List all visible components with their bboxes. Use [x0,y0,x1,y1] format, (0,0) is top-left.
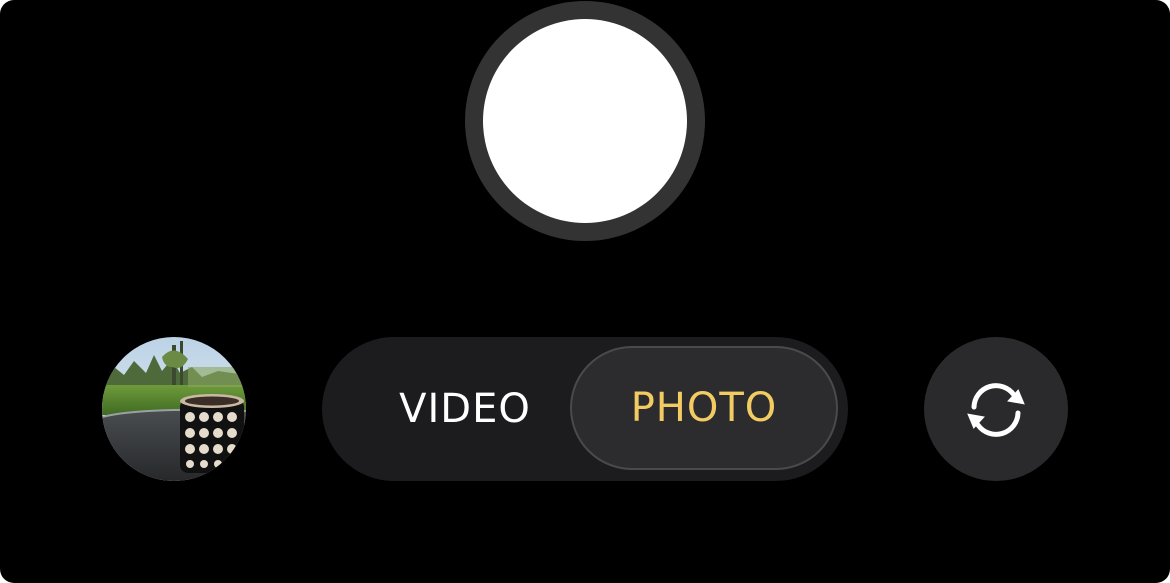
mode-photo-label: PHOTO [630,385,778,431]
mode-switcher: VIDEO PHOTO [322,337,848,481]
mode-video-button[interactable]: VIDEO [370,337,560,481]
last-photo-thumbnail[interactable] [102,337,246,481]
camera-controls: VIDEO PHOTO [0,0,1170,583]
mode-video-label: VIDEO [399,386,531,432]
shutter-button[interactable] [465,1,705,241]
thumbnail-image [102,337,246,481]
flip-camera-button[interactable] [924,337,1068,481]
camera-flip-icon [967,383,1025,437]
shutter-core [483,19,687,223]
mode-photo-button[interactable]: PHOTO [570,346,838,470]
